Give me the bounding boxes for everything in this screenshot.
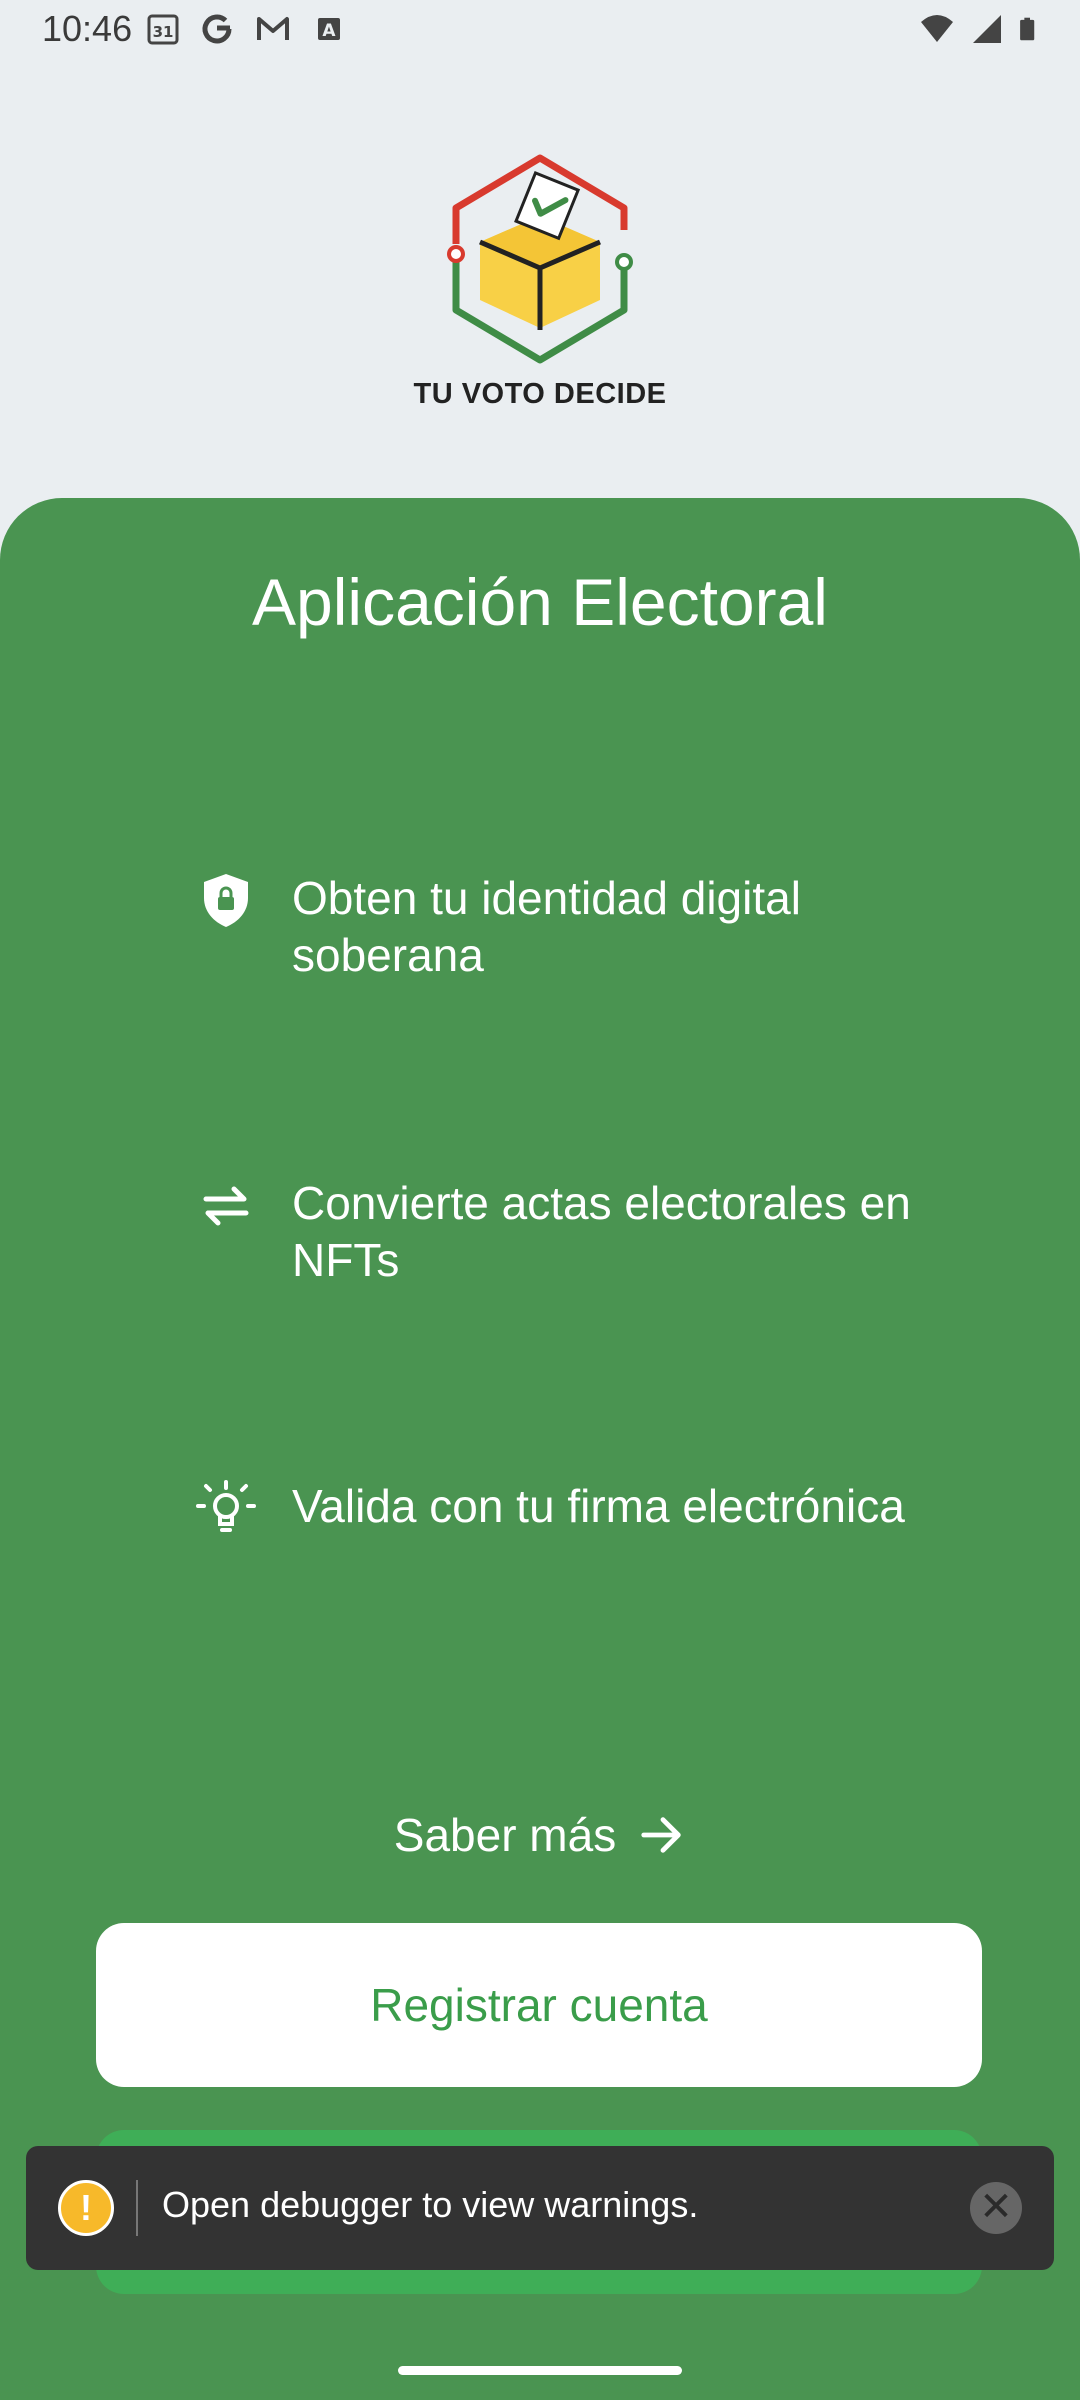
- signal-icon: [973, 15, 1001, 43]
- status-notification-icons: 31 A: [146, 12, 346, 46]
- status-time: 10:46: [42, 8, 133, 49]
- wifi-icon: [921, 15, 953, 42]
- debug-warning-toast[interactable]: ! Open debugger to view warnings. ✕: [26, 2146, 1054, 2270]
- swap-arrows-icon: [203, 1186, 249, 1226]
- feature-text: Valida con tu firma electrónica: [292, 1480, 905, 1532]
- feature-text: Obten tu identidad digital soberana: [292, 872, 801, 981]
- status-system-icons: [918, 12, 1042, 46]
- toast-message: Open debugger to view warnings.: [162, 2184, 699, 2225]
- toast-divider: [136, 2180, 138, 2236]
- learn-more-label: Saber más: [393, 1809, 617, 1861]
- shield-lock-icon: [204, 874, 248, 927]
- keyboard-a-icon: A: [318, 18, 340, 41]
- lightbulb-icon: [196, 1480, 256, 1532]
- main-sheet: [0, 498, 1080, 2400]
- register-account-button[interactable]: Registrar cuenta: [96, 1923, 982, 2087]
- status-bar: 10:46 31 A: [0, 0, 1080, 60]
- gmail-icon: [257, 17, 289, 40]
- learn-more-link[interactable]: Saber más: [0, 1808, 1080, 1862]
- calendar-day: 31: [153, 23, 174, 41]
- home-indicator[interactable]: [398, 2366, 682, 2375]
- battery-icon: [1020, 17, 1035, 41]
- ballot-box-logo: [447, 154, 633, 364]
- warning-icon: !: [58, 2180, 114, 2236]
- google-icon: [202, 14, 232, 44]
- close-icon[interactable]: ✕: [970, 2182, 1022, 2234]
- feature-text: Convierte actas electorales en NFTs: [292, 1177, 911, 1286]
- arrow-right-icon: [641, 1817, 681, 1853]
- svg-text:A: A: [322, 21, 336, 41]
- page-title: Aplicación Electoral: [252, 565, 828, 639]
- brand-caption: TU VOTO DECIDE: [413, 378, 667, 410]
- calendar-icon: 31: [147, 14, 179, 45]
